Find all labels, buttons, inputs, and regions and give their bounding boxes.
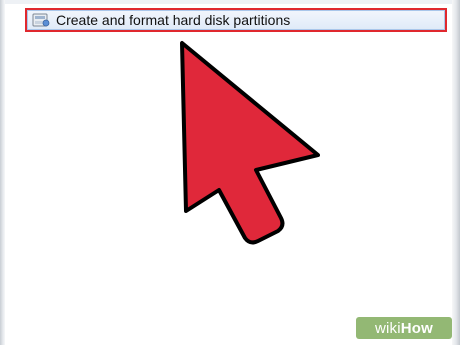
search-result-disk-partitions[interactable]: Create and format hard disk partitions: [25, 8, 447, 32]
wikihow-watermark: wiki How: [356, 317, 452, 339]
search-result-label: Create and format hard disk partitions: [56, 12, 291, 28]
window-top-edge: [0, 0, 460, 4]
window-left-border: [0, 0, 5, 345]
results-window: Create and format hard disk partitions w…: [0, 0, 460, 345]
window-right-border: [452, 0, 460, 345]
disk-management-icon: [32, 12, 50, 28]
cursor-arrow-icon: [180, 41, 320, 245]
